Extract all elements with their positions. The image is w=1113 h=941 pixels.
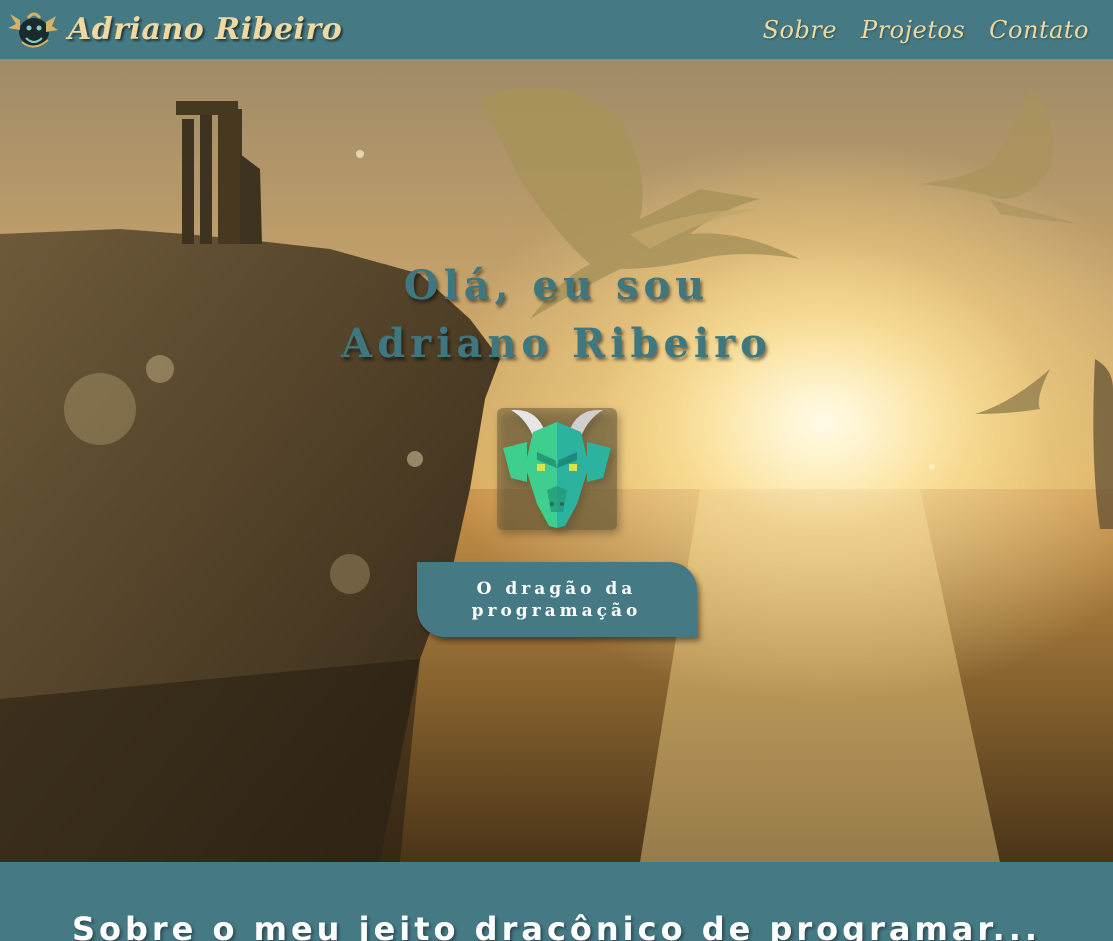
hero-content: Olá, eu sou Adriano Ribeiro O dragão da … xyxy=(0,59,1113,862)
site-header: Adriano Ribeiro Sobre Projetos Contato xyxy=(0,0,1113,59)
nav-link-projetos[interactable]: Projetos xyxy=(861,16,965,44)
about-title: Sobre o meu jeito dracônico de programar… xyxy=(71,910,1042,941)
brand-name: Adriano Ribeiro xyxy=(68,12,343,47)
nav-link-contato[interactable]: Contato xyxy=(989,16,1089,44)
main-nav: Sobre Projetos Contato xyxy=(763,16,1089,44)
hero-greeting: Olá, eu sou xyxy=(403,262,710,309)
brand-link[interactable]: Adriano Ribeiro xyxy=(8,8,342,52)
about-section: Sobre o meu jeito dracônico de programar… xyxy=(0,862,1113,941)
dragon-head-icon xyxy=(496,408,617,530)
dragon-logo-icon xyxy=(8,12,58,47)
hero-section: Olá, eu sou Adriano Ribeiro O dragão da … xyxy=(0,59,1113,862)
nav-link-sobre[interactable]: Sobre xyxy=(763,16,837,44)
hero-cta-button[interactable]: O dragão da programação xyxy=(416,562,697,637)
hero-name: Adriano Ribeiro xyxy=(341,320,772,367)
